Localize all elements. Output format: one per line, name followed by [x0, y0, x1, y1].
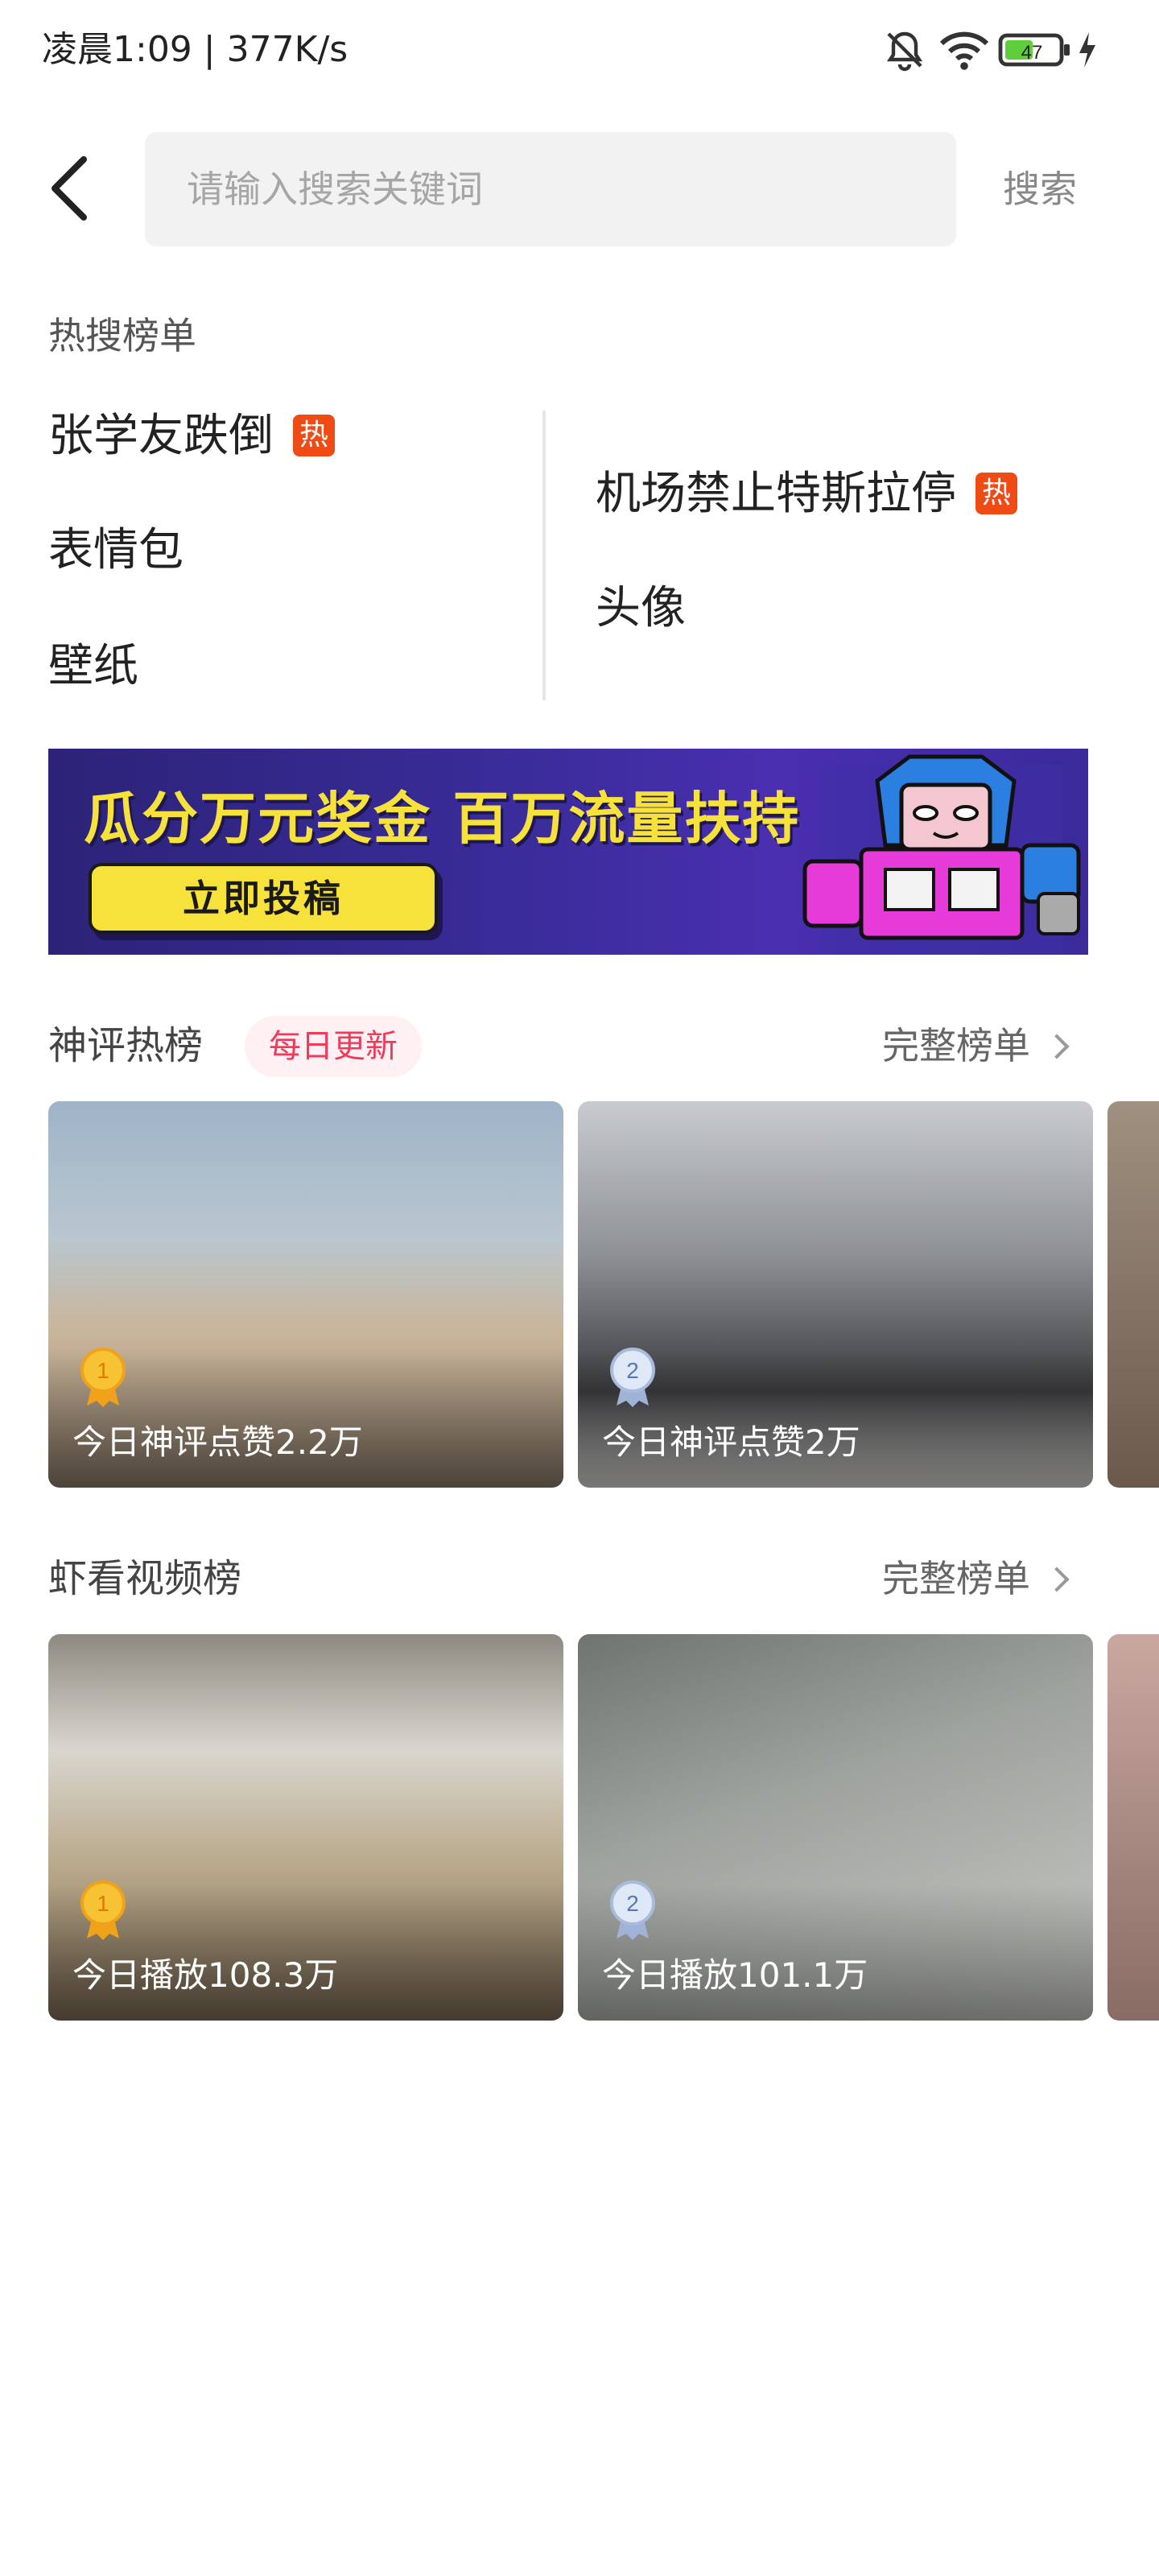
- more-link-label: 完整榜单: [882, 1557, 1030, 1600]
- search-button[interactable]: 搜索: [1003, 161, 1077, 217]
- banner-headline: 瓜分万元奖金 百万流量扶持: [84, 786, 801, 852]
- card-label: 今日神评点赞2.2万: [72, 1422, 363, 1462]
- hot-search-item[interactable]: 壁纸: [48, 634, 138, 699]
- hot-search-item-label: 表情包: [48, 524, 184, 576]
- silver-medal-icon: 2: [610, 1880, 655, 1940]
- comment-chart-more-link[interactable]: 完整榜单: [882, 1018, 1070, 1074]
- hot-badge: 热: [293, 414, 335, 456]
- video-chart-title: 虾看视频榜: [48, 1556, 242, 1601]
- gold-medal-icon: 1: [80, 1348, 126, 1407]
- hot-search-title: 热搜榜单: [48, 314, 196, 357]
- hot-badge: 热: [975, 472, 1017, 514]
- hot-search-item[interactable]: 张学友跌倒热: [48, 404, 335, 469]
- gold-medal-icon: 1: [80, 1880, 126, 1940]
- back-button[interactable]: [45, 153, 97, 224]
- hot-search-divider: [542, 411, 546, 700]
- status-time: 凌晨1:09 | 377K/s: [42, 29, 349, 70]
- svg-text:2: 2: [626, 1358, 639, 1383]
- svg-text:47: 47: [1021, 42, 1043, 64]
- bell-off-icon: [886, 31, 923, 72]
- comment-chart-title: 神评热榜: [48, 1023, 204, 1068]
- search-placeholder: 请输入搜索关键词: [187, 167, 483, 211]
- video-chart-card[interactable]: 2 今日播放101.1万: [578, 1634, 1093, 2021]
- wifi-icon: [939, 31, 989, 70]
- banner-submit-label: 立即投稿: [183, 877, 344, 920]
- svg-text:1: 1: [97, 1891, 109, 1916]
- video-chart-card[interactable]: 1 今日播放108.3万: [48, 1634, 563, 2021]
- card-label: 今日播放108.3万: [72, 1955, 339, 1995]
- more-link-label: 完整榜单: [882, 1024, 1030, 1067]
- chevron-right-icon: [1044, 1567, 1070, 1592]
- hot-search-item-label: 机场禁止特斯拉停: [596, 468, 956, 520]
- hot-search-item-label: 头像: [596, 582, 686, 634]
- video-chart-card-partial[interactable]: [1107, 1634, 1159, 2021]
- card-label: 今日神评点赞2万: [602, 1422, 860, 1462]
- daily-update-badge: 每日更新: [245, 1016, 422, 1077]
- hot-search-item-label: 壁纸: [48, 640, 138, 692]
- chevron-right-icon: [1044, 1034, 1070, 1059]
- video-chart-more-link[interactable]: 完整榜单: [882, 1550, 1070, 1607]
- silver-medal-icon: 2: [610, 1348, 655, 1407]
- comment-chart-card[interactable]: 2 今日神评点赞2万: [578, 1101, 1093, 1488]
- svg-text:2: 2: [626, 1891, 639, 1916]
- svg-text:1: 1: [97, 1358, 109, 1383]
- promo-banner[interactable]: 瓜分万元奖金 百万流量扶持 立即投稿: [48, 749, 1088, 955]
- battery-icon: 47: [998, 33, 1070, 67]
- comment-chart-card-partial[interactable]: [1107, 1101, 1159, 1488]
- hot-search-item-label: 张学友跌倒: [48, 410, 274, 462]
- hot-search-item[interactable]: 表情包: [48, 518, 184, 583]
- charging-icon: [1079, 32, 1095, 68]
- banner-submit-button[interactable]: 立即投稿: [89, 863, 438, 934]
- card-label: 今日播放101.1万: [602, 1955, 868, 1995]
- hot-search-item[interactable]: 机场禁止特斯拉停热: [596, 462, 1017, 526]
- comment-chart-card[interactable]: 1 今日神评点赞2.2万: [48, 1101, 563, 1488]
- robot-mascot-illustration: [802, 754, 1081, 955]
- hot-search-item[interactable]: 头像: [596, 576, 686, 641]
